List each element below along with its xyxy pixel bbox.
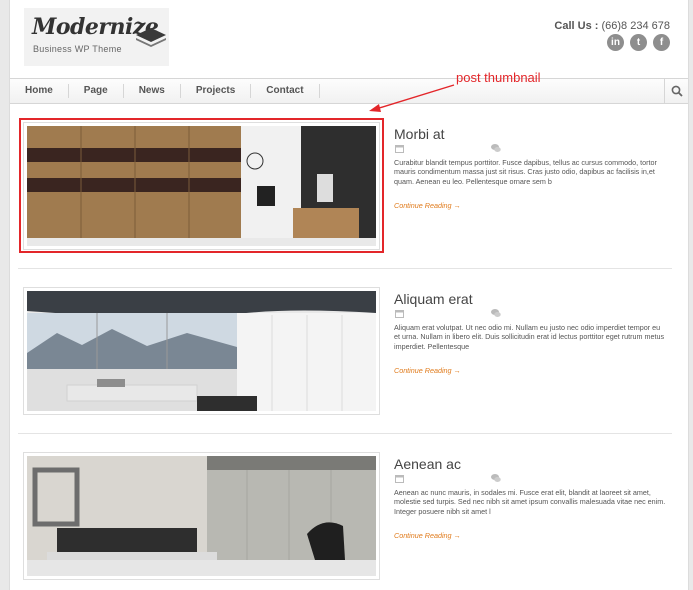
post-meta (395, 144, 515, 154)
facebook-icon[interactable]: f (653, 34, 670, 51)
calendar-icon (395, 145, 404, 153)
nav-news[interactable]: News (124, 84, 181, 98)
page: Modernize Business WP Theme Call Us : (6… (9, 0, 689, 590)
post-title[interactable]: Aenean ac (394, 456, 461, 472)
twitter-icon[interactable]: t (630, 34, 647, 51)
comments-icon (491, 309, 501, 317)
main-nav: Home Page News Projects Contact (10, 78, 688, 104)
post-meta (395, 474, 515, 484)
continue-reading-link[interactable]: Continue Reading → (394, 366, 461, 375)
logo-mark-icon (136, 28, 166, 47)
contact-phone: Call Us : (66)8 234 678 (554, 20, 670, 32)
comments-icon (491, 474, 501, 482)
continue-reading-link[interactable]: Continue Reading → (394, 531, 461, 540)
social-links: in t f (607, 34, 670, 51)
nav-projects[interactable]: Projects (181, 84, 252, 98)
phone-number: (66)8 234 678 (601, 20, 671, 32)
post-item: Aliquam erat Aliquam erat volutpat. Ut n… (18, 284, 674, 424)
post-thumbnail[interactable] (23, 287, 380, 415)
post-thumbnail[interactable] (23, 452, 380, 580)
annotation-label: post thumbnail (456, 70, 541, 85)
post-excerpt: Aliquam erat volutpat. Ut nec odio mi. N… (394, 323, 665, 351)
search-icon (671, 85, 683, 97)
comments-icon (491, 144, 501, 152)
post-excerpt: Aenean ac nunc mauris, in sodales mi. Fu… (394, 488, 666, 516)
post-divider (18, 268, 672, 269)
post-excerpt: Curabitur blandit tempus porttitor. Fusc… (394, 158, 657, 186)
thumbnail-highlight-box (19, 118, 384, 253)
nav-contact[interactable]: Contact (251, 84, 320, 98)
linkedin-icon[interactable]: in (607, 34, 624, 51)
continue-reading-link[interactable]: Continue Reading → (394, 201, 461, 210)
post-title[interactable]: Aliquam erat (394, 291, 473, 307)
post-item: Aenean ac Aenean ac nunc mauris, in soda… (18, 449, 674, 589)
nav-page[interactable]: Page (69, 84, 124, 98)
post-divider (18, 433, 672, 434)
nav-home[interactable]: Home (10, 84, 69, 98)
logo-tagline: Business WP Theme (33, 44, 122, 54)
post-title[interactable]: Morbi at (394, 126, 445, 142)
post-meta (395, 309, 515, 319)
call-label: Call Us : (554, 20, 599, 32)
calendar-icon (395, 310, 404, 318)
search-button[interactable] (664, 79, 688, 103)
modern-bedroom-image (27, 456, 376, 576)
bedroom-image (27, 291, 376, 411)
calendar-icon (395, 475, 404, 483)
post-item: Morbi at Curabitur blandit tempus portti… (18, 118, 674, 259)
annotation-arrow-icon (369, 84, 455, 112)
site-logo[interactable]: Modernize Business WP Theme (24, 8, 169, 66)
